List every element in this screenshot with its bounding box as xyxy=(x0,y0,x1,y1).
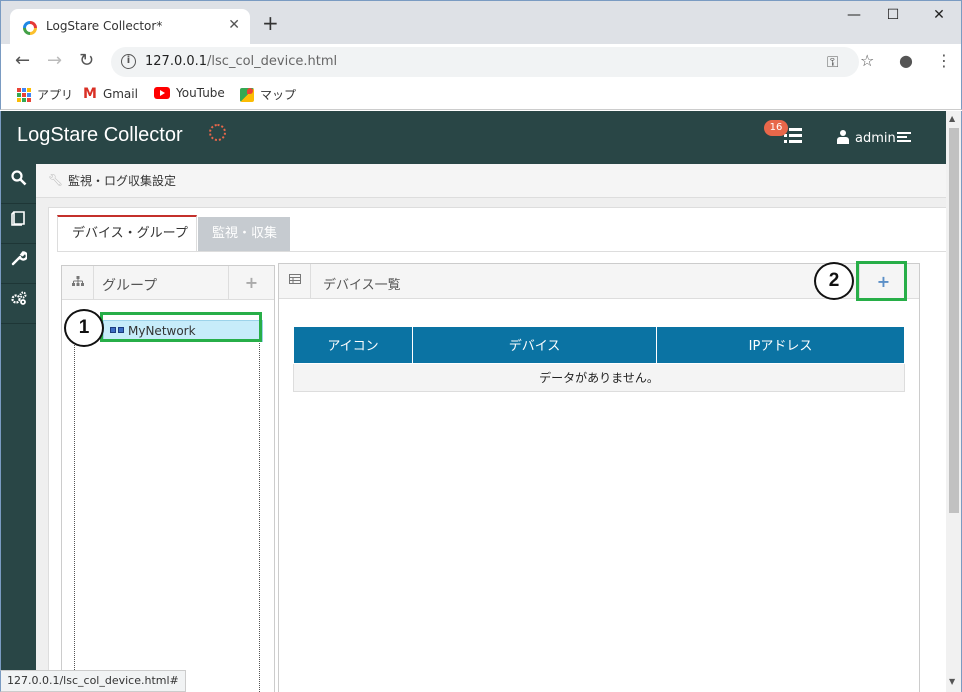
key-icon[interactable]: ⚿ xyxy=(827,53,838,71)
user-name[interactable]: admin xyxy=(855,131,896,146)
column-header-device[interactable]: デバイス xyxy=(412,327,657,364)
sidebar-item-book[interactable] xyxy=(1,204,36,244)
youtube-icon xyxy=(154,87,170,99)
tab-divider xyxy=(57,251,951,252)
loading-spinner-icon xyxy=(209,124,226,141)
favicon-icon xyxy=(23,21,37,35)
sidebar-item-search[interactable] xyxy=(1,164,36,204)
group-panel-title: グループ xyxy=(102,278,158,294)
table-header-row: アイコン デバイス IPアドレス xyxy=(293,327,905,364)
empty-message: データがありません。 xyxy=(293,362,905,392)
gmail-icon: M xyxy=(83,86,97,102)
callout-2: 2 xyxy=(814,262,854,300)
table-row: データがありません。 xyxy=(293,362,905,392)
bookmark-youtube[interactable]: YouTube xyxy=(154,86,225,100)
tab-monitoring[interactable]: 監視・収集 xyxy=(198,217,290,252)
breadcrumb: 🔧︎ 監視・ログ収集設定 xyxy=(36,164,946,198)
bookmark-gmail[interactable]: M Gmail xyxy=(83,86,138,102)
bookmark-maps[interactable]: マップ xyxy=(240,86,296,103)
column-header-icon[interactable]: アイコン xyxy=(293,327,413,364)
user-menu-icon[interactable] xyxy=(897,132,911,144)
scroll-up-icon[interactable]: ▲ xyxy=(949,114,955,123)
column-header-ip[interactable]: IPアドレス xyxy=(656,327,905,364)
info-icon[interactable]: i xyxy=(121,54,136,69)
maximize-icon[interactable]: ☐ xyxy=(870,7,916,23)
gears-icon xyxy=(10,291,26,305)
sidebar-item-settings[interactable] xyxy=(1,244,36,284)
wrench-icon xyxy=(11,251,28,266)
address-bar[interactable]: i 127.0.0.1/lsc_col_device.html ⚿ xyxy=(111,47,859,77)
window-close-icon[interactable]: ✕ xyxy=(916,7,962,23)
scroll-thumb[interactable] xyxy=(949,128,959,513)
browser-toolbar: ← → ↻ i 127.0.0.1/lsc_col_device.html ⚿ … xyxy=(0,44,962,80)
sidebar-item-system[interactable] xyxy=(1,284,36,324)
sitemap-icon xyxy=(62,266,94,300)
reload-icon[interactable]: ↻ xyxy=(79,51,94,71)
star-icon[interactable]: ☆ xyxy=(860,51,874,70)
maps-icon xyxy=(240,87,254,102)
add-group-button[interactable]: + xyxy=(228,266,274,300)
menu-dots-icon[interactable]: ⋮ xyxy=(936,51,952,70)
group-tree: MyNetwork xyxy=(74,314,263,692)
close-tab-icon[interactable]: ✕ xyxy=(228,17,240,33)
bookmarks-bar: アプリ M Gmail YouTube マップ xyxy=(0,80,962,110)
main-content: 🔧︎ 監視・ログ収集設定 デバイス・グループ 監視・収集 グループ + MyNe… xyxy=(36,164,959,692)
tab-device-group[interactable]: デバイス・グループ xyxy=(57,215,197,252)
scroll-down-icon[interactable]: ▼ xyxy=(949,677,955,686)
tab-title: LogStare Collector* xyxy=(46,19,163,33)
breadcrumb-text: 監視・ログ収集設定 xyxy=(68,174,177,188)
page-scrollbar[interactable]: ▲ ▼ xyxy=(946,111,962,692)
highlight-box-add-device xyxy=(856,261,907,301)
left-sidebar xyxy=(0,164,36,692)
app-header: LogStare Collector admin xyxy=(0,111,946,164)
new-tab-button[interactable]: + xyxy=(262,13,279,33)
search-icon xyxy=(10,170,26,186)
forward-icon[interactable]: → xyxy=(47,51,62,71)
status-bar-url: 127.0.0.1/lsc_col_device.html# xyxy=(0,670,186,692)
app-title: LogStare Collector xyxy=(17,124,183,146)
back-icon[interactable]: ← xyxy=(15,51,30,71)
device-panel: デバイス一覧 + アイコン デバイス IPアドレス データがありません。 xyxy=(278,263,920,692)
browser-titlebar: LogStare Collector* ✕ + — ☐ ✕ xyxy=(0,0,962,45)
device-table: アイコン デバイス IPアドレス データがありません。 xyxy=(293,327,905,392)
profile-icon[interactable]: ● xyxy=(899,51,913,70)
url-text: 127.0.0.1/lsc_col_device.html xyxy=(145,54,338,69)
table-icon xyxy=(279,264,311,299)
apps-grid-icon xyxy=(17,87,31,102)
device-panel-title: デバイス一覧 xyxy=(323,278,401,293)
highlight-box-tree-node xyxy=(100,312,262,342)
book-icon xyxy=(10,211,25,226)
bookmark-apps[interactable]: アプリ xyxy=(17,86,73,103)
notification-badge: 16 xyxy=(764,120,788,136)
user-icon xyxy=(837,130,849,144)
group-panel-header: グループ + xyxy=(62,266,274,300)
wrench-icon: 🔧︎ xyxy=(48,173,64,187)
browser-tab[interactable]: LogStare Collector* ✕ xyxy=(10,9,250,45)
callout-1: 1 xyxy=(64,309,104,347)
